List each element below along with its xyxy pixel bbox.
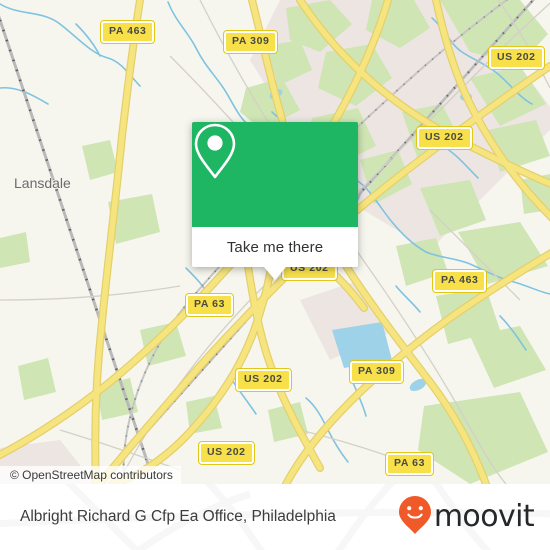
location-popup-card[interactable]: Take me there: [192, 122, 358, 280]
road-shield[interactable]: PA 463: [99, 20, 156, 44]
road-shield[interactable]: US 202: [198, 441, 255, 465]
road-shield[interactable]: PA 309: [348, 360, 405, 384]
popup-footer[interactable]: Take me there: [192, 227, 358, 280]
place-label-lansdale: Lansdale: [14, 175, 71, 191]
moovit-wordmark: moovit: [433, 499, 535, 534]
map-canvas[interactable]: Lansdale PA 463 PA 309 US 202 US 202 US …: [0, 0, 550, 484]
moovit-pin-smiley-icon: [398, 495, 432, 540]
road-shield[interactable]: PA 463: [431, 269, 488, 293]
osm-attribution[interactable]: © OpenStreetMap contributors: [0, 466, 181, 484]
road-shield[interactable]: PA 309: [222, 30, 279, 54]
road-shield[interactable]: US 202: [488, 46, 545, 70]
popup-header: [192, 122, 358, 227]
road-shield[interactable]: US 202: [416, 126, 473, 150]
map-screenshot: Lansdale PA 463 PA 309 US 202 US 202 US …: [0, 0, 550, 550]
bottom-info-bar: Albright Richard G Cfp Ea Office, Philad…: [0, 484, 550, 550]
moovit-logo[interactable]: moovit: [398, 484, 535, 550]
road-shield[interactable]: PA 63: [184, 293, 235, 317]
take-me-there-label: Take me there: [226, 238, 324, 256]
road-shield[interactable]: US 202: [235, 368, 292, 392]
popup-pointer-tail: [264, 267, 286, 280]
poi-title: Albright Richard G Cfp Ea Office, Philad…: [20, 508, 336, 525]
road-shield[interactable]: PA 63: [384, 452, 435, 476]
